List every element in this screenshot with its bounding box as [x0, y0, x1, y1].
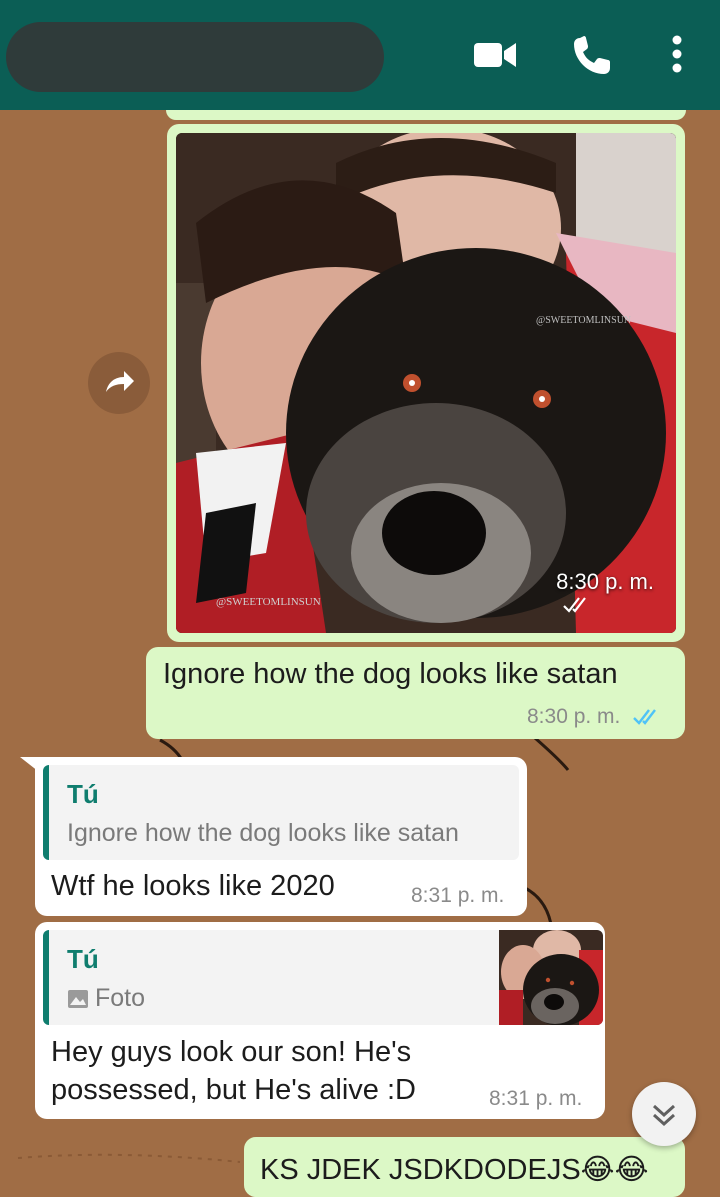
forward-button[interactable] [88, 352, 150, 414]
message-text-line: Hey guys look our son! He's [51, 1036, 412, 1068]
watermark-text: @SWEETOMLINSUN [536, 315, 631, 326]
incoming-message[interactable]: Tú Foto Hey guys look our son! He's poss… [35, 922, 605, 1119]
message-text: Wtf he looks like 2020 [51, 870, 335, 902]
voice-call-icon[interactable] [570, 34, 616, 76]
message-text: Ignore how the dog looks like satan [163, 658, 618, 690]
quote-thumbnail [499, 930, 603, 1025]
double-chevron-down-icon [652, 1104, 676, 1127]
incoming-message[interactable]: Tú Ignore how the dog looks like satan W… [35, 757, 527, 916]
quote-author: Tú [67, 944, 99, 974]
photo-image[interactable]: @SWEETOMLINSUN @SWEETOMLINSUN 8:30 p. m. [176, 133, 676, 633]
forward-arrow-icon [106, 371, 134, 392]
outgoing-message[interactable]: KS JDEK JSDKDODEJS😂😂 [244, 1137, 685, 1197]
photo-message-bubble[interactable]: @SWEETOMLINSUN @SWEETOMLINSUN 8:30 p. m. [167, 124, 685, 642]
photo-timestamp: 8:30 p. m. [556, 569, 654, 615]
quote-author: Tú [67, 779, 99, 809]
message-text: KS JDEK JSDKDODEJS😂😂 [260, 1154, 649, 1186]
photo-icon [68, 989, 88, 1008]
message-text-line: possessed, but He's alive :D [51, 1074, 416, 1106]
quote-text: Ignore how the dog looks like satan [67, 819, 459, 847]
scroll-to-bottom-button[interactable] [632, 1082, 696, 1146]
redacted-contact-name[interactable] [6, 22, 384, 92]
quote-text: Foto [95, 984, 146, 1012]
read-ticks-icon [563, 597, 587, 613]
more-options-icon[interactable] [654, 34, 700, 76]
read-ticks-icon [633, 709, 657, 726]
message-timestamp: 8:30 p. m. [527, 705, 664, 729]
message-timestamp: 8:31 p. m. [411, 884, 505, 907]
video-call-icon[interactable] [472, 34, 518, 76]
quoted-message[interactable]: Tú Foto [43, 930, 603, 1025]
quote-text-row: Foto [67, 984, 145, 1013]
outgoing-message[interactable]: Ignore how the dog looks like satan 8:30… [146, 647, 685, 739]
watermark-text: @SWEETOMLINSUN [216, 596, 321, 608]
message-timestamp: 8:31 p. m. [489, 1087, 583, 1110]
quoted-message[interactable]: Tú Ignore how the dog looks like satan [43, 765, 519, 860]
chat-header [0, 0, 720, 110]
